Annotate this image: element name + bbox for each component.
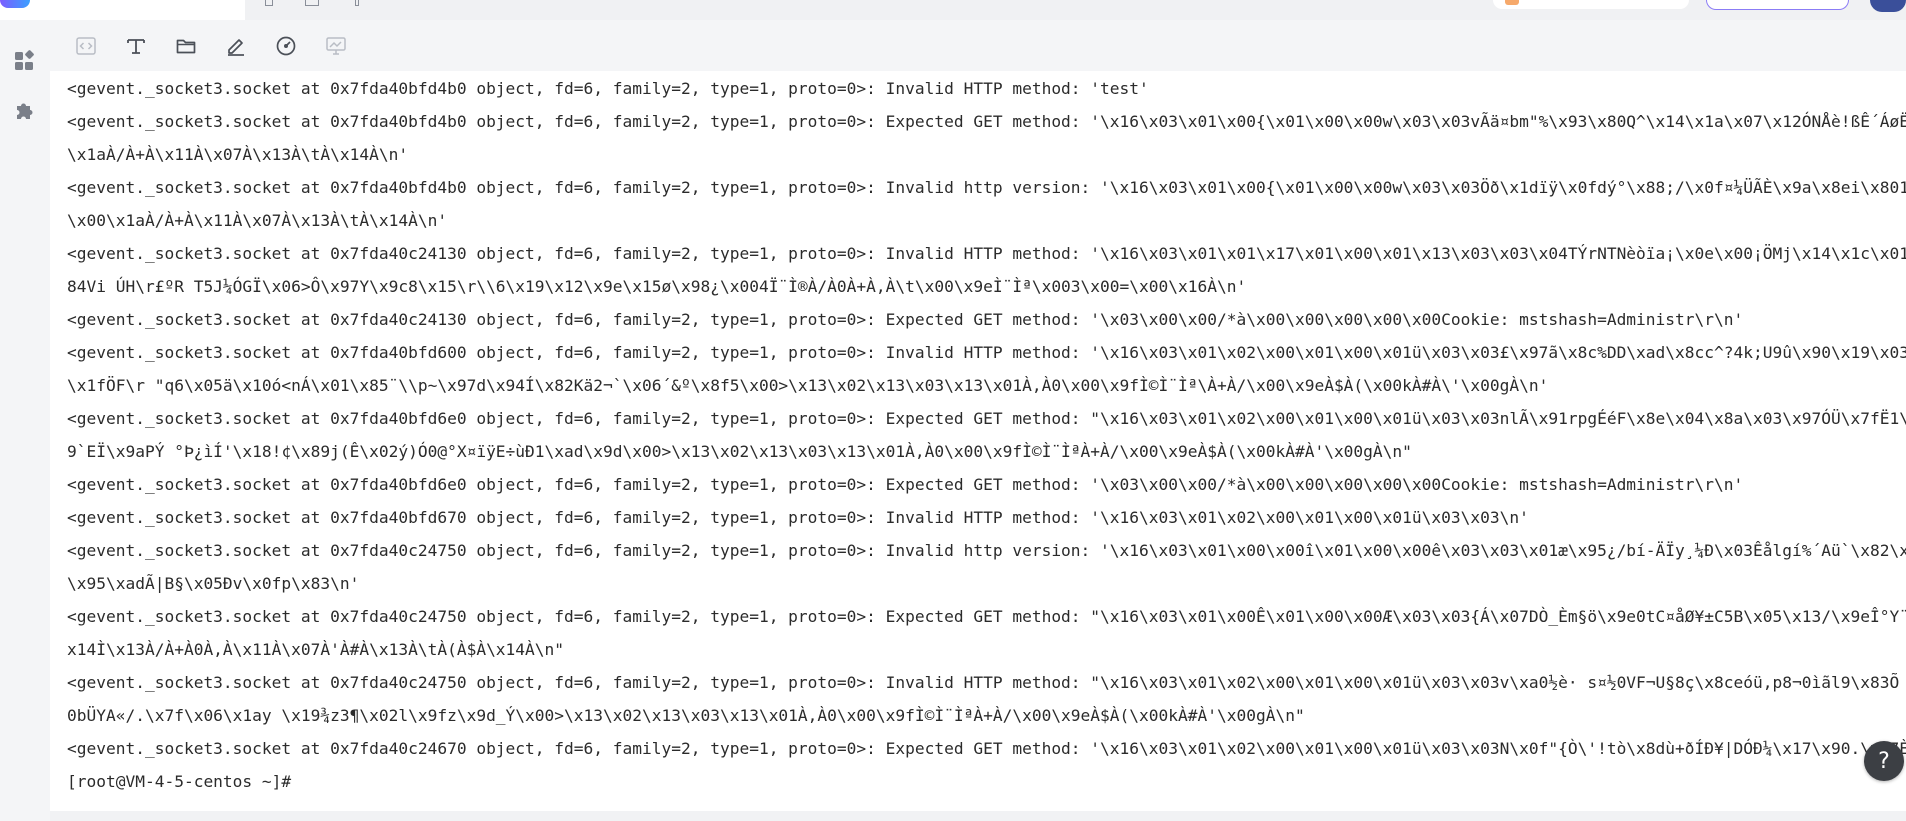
terminal-line: <gevent._socket3.socket at 0x7fda40bfd4b…	[67, 112, 1906, 131]
monitor-chart-icon[interactable]	[322, 32, 350, 60]
header-chip-account[interactable]	[1706, 0, 1849, 10]
terminal-toolbar	[50, 20, 1906, 71]
terminal-line: x14Ì\x13À/À+À0À,À\x11À\x07À'À#À\x13À\tÀ(…	[67, 640, 565, 659]
folder-icon[interactable]	[172, 32, 200, 60]
notification-icon	[1505, 0, 1519, 5]
gauge-icon[interactable]	[272, 32, 300, 60]
header-left-area	[0, 0, 245, 20]
terminal-line: \x1aÀ/À+À\x11À\x07À\x13À\tÀ\x14À\n'	[67, 145, 409, 164]
terminal-line: <gevent._socket3.socket at 0x7fda40c2413…	[67, 310, 1744, 329]
terminal-line: <gevent._socket3.socket at 0x7fda40bfd4b…	[67, 79, 1149, 98]
terminal-line: <gevent._socket3.socket at 0x7fda40c2475…	[67, 673, 1906, 692]
terminal-line: <gevent._socket3.socket at 0x7fda40bfd6e…	[67, 409, 1906, 428]
code-brackets-icon[interactable]	[72, 32, 100, 60]
terminal-prompt[interactable]: [root@VM-4-5-centos ~]#	[67, 765, 291, 798]
pen-edit-icon[interactable]	[222, 32, 250, 60]
terminal-line: <gevent._socket3.socket at 0x7fda40bfd4b…	[67, 178, 1906, 197]
terminal-line: 0bÜYA«/.\x7f\x06\x1ay \x19¾z3¶\x02l\x9fz…	[67, 706, 1305, 725]
window-icon[interactable]	[305, 0, 319, 6]
help-button-label: ?	[1878, 748, 1890, 774]
terminal-line: <gevent._socket3.socket at 0x7fda40c2413…	[67, 244, 1906, 263]
puzzle-plugin-icon[interactable]	[13, 99, 37, 123]
app-window: <gevent._socket3.socket at 0x7fda40bfd4b…	[0, 0, 1906, 821]
terminal-line: <gevent._socket3.socket at 0x7fda40c2467…	[67, 739, 1906, 758]
divider-icon	[355, 0, 359, 6]
status-strip	[50, 811, 1906, 821]
terminal-line: 9`EÏ\x9aPÝ °Þ¿ìÍ'\x18!¢\x89j(Ê\x02ý)Ó0@°…	[67, 442, 1412, 461]
terminal-line: \x00\x1aÀ/À+À\x11À\x07À\x13À\tÀ\x14À\n'	[67, 211, 448, 230]
terminal-line: <gevent._socket3.socket at 0x7fda40bfd60…	[67, 343, 1906, 362]
header-chip-notification[interactable]	[1493, 0, 1689, 9]
text-format-icon[interactable]	[122, 32, 150, 60]
top-header-strip	[0, 0, 1906, 20]
help-button[interactable]: ?	[1864, 741, 1904, 781]
terminal-output[interactable]: <gevent._socket3.socket at 0x7fda40bfd4b…	[50, 71, 1906, 811]
back-icon[interactable]	[265, 0, 273, 6]
terminal-line: <gevent._socket3.socket at 0x7fda40bfd6e…	[67, 475, 1744, 494]
terminal-line: <gevent._socket3.socket at 0x7fda40c2475…	[67, 607, 1906, 626]
terminal-line: <gevent._socket3.socket at 0x7fda40c2475…	[67, 541, 1906, 560]
terminal-line: \x95\xadÃ|B§\x05Ðv\x0fp\x83\n'	[67, 574, 360, 593]
left-sidebar	[0, 20, 50, 821]
header-icons	[265, 0, 385, 6]
terminal-line: 84Vi ÚH\r£ºR T5J¼ÓGÏ\x06>Ô\x97Y\x9c8\x15…	[67, 277, 1247, 296]
dashboard-grid-icon[interactable]	[13, 49, 37, 73]
app-logo	[0, 0, 30, 8]
terminal-line: <gevent._socket3.socket at 0x7fda40bfd67…	[67, 508, 1529, 527]
terminal-line: \x1fÖF\r "q6\x05ä\x10ó<nÁ\x01\x85¨\\p~\x…	[67, 376, 1549, 395]
